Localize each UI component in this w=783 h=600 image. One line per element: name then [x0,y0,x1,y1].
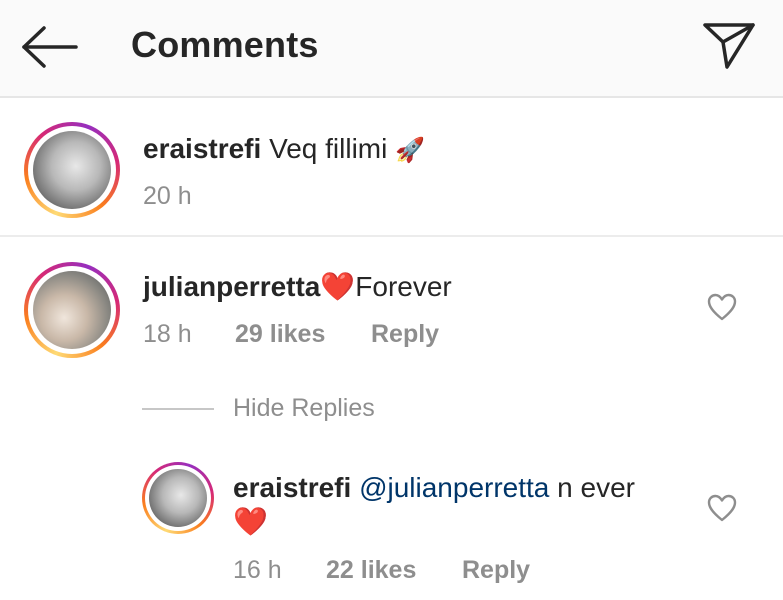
caption-text: eraistrefi Veq fillimi 🚀 [143,133,425,165]
send-button[interactable] [700,20,758,72]
comment-body: Forever [355,271,452,302]
avatar[interactable] [24,262,120,358]
reply-username[interactable]: eraistrefi [233,472,351,503]
reply-text: eraistrefi @julianperretta n ever [233,472,635,504]
hide-replies-divider [142,408,214,410]
heart-emoji-icon: ❤️ [233,506,268,537]
avatar-photo [33,131,111,209]
avatar-photo [33,271,111,349]
reply-button[interactable]: Reply [371,320,439,349]
hide-replies-button[interactable]: Hide Replies [233,394,375,423]
heart-outline-icon [707,494,737,522]
avatar-photo [149,469,207,527]
mention-link[interactable]: @julianperretta [359,472,549,503]
likes-count[interactable]: 29 likes [235,320,371,349]
reply-time: 16 h [233,556,282,584]
comment-time: 18 h [143,320,192,348]
arrow-left-icon [22,26,78,68]
header-bar: Comments [0,0,783,98]
reply-button[interactable]: Reply [462,556,530,585]
caption-row: eraistrefi Veq fillimi 🚀 20 h [0,100,783,237]
reply-meta: 16 h 22 likes Reply [233,556,530,585]
like-button[interactable] [706,492,738,524]
caption-username[interactable]: eraistrefi [143,133,261,164]
comment-username[interactable]: julianperretta [143,271,320,302]
heart-emoji-icon: ❤️ [320,271,356,302]
heart-outline-icon [707,293,737,321]
like-button[interactable] [706,291,738,323]
comment-text: julianperretta❤️Forever [143,270,452,303]
caption-body: Veq fillimi [269,133,388,164]
paper-plane-icon [703,23,755,69]
avatar[interactable] [24,122,120,218]
back-button[interactable] [18,22,82,72]
avatar[interactable] [142,462,214,534]
comment-meta: 18 h 29 likes Reply [143,320,439,349]
caption-time: 20 h [143,182,192,210]
page-title: Comments [131,24,319,65]
likes-count[interactable]: 22 likes [326,556,462,585]
reply-body: n ever [557,472,635,503]
rocket-icon: 🚀 [395,137,426,164]
